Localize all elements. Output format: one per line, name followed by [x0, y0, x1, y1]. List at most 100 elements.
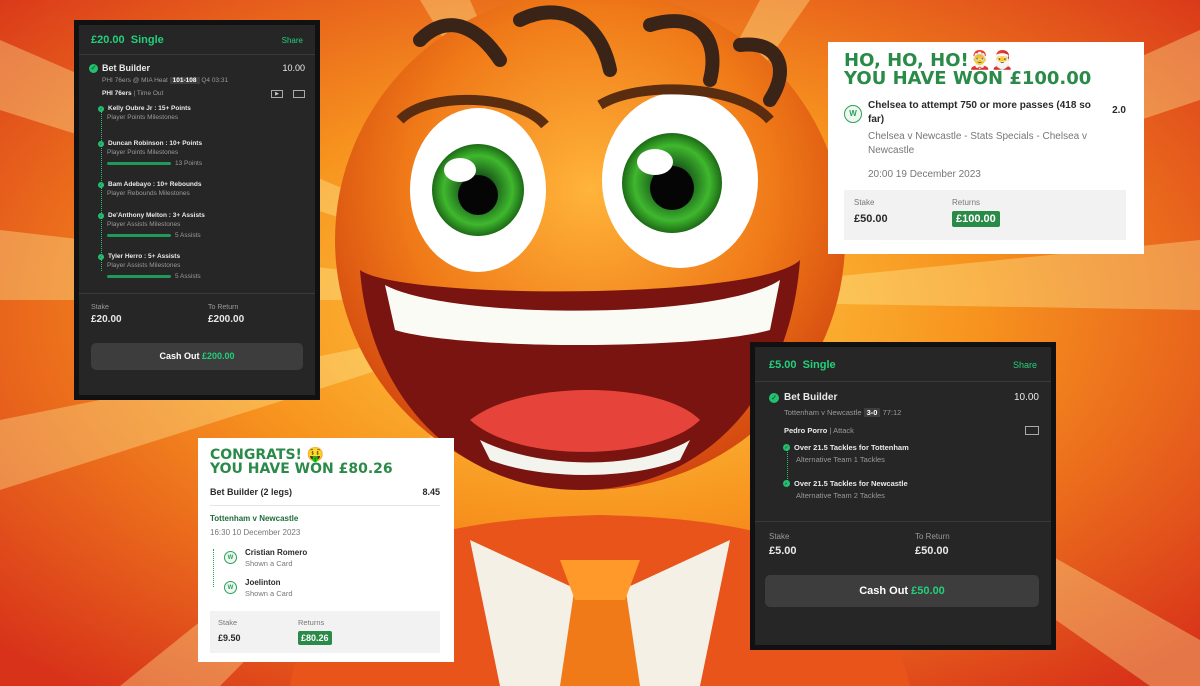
- event-datetime: 20:00 19 December 2023: [868, 168, 981, 180]
- win-banner: HO, HO, HO!🤶🎅 YOU HAVE WON £100.00: [844, 51, 1126, 89]
- stake-label: Stake: [769, 532, 790, 541]
- leg-list: W Cristian Romero Shown a Card W Joelinto…: [210, 543, 440, 603]
- match-info: Tottenham v Newcastle 3-0 77:12: [769, 408, 1039, 417]
- win-status-icon: W: [224, 551, 237, 565]
- video-icon[interactable]: ▶: [271, 90, 283, 98]
- player-position: Pedro Porro | Attack: [784, 426, 854, 435]
- progress-text: 5 Assists: [175, 232, 201, 239]
- leg-market: Player Assists Milestones: [107, 262, 181, 269]
- player-name: Pedro Porro: [784, 426, 828, 435]
- win-card-chelsea: HO, HO, HO!🤶🎅 YOU HAVE WON £100.00 W Che…: [828, 42, 1144, 254]
- list-item: ✓ Tyler Herro : 5+ Assists Player Assists …: [98, 253, 305, 285]
- cash-out-button[interactable]: Cash Out £200.00: [91, 343, 303, 370]
- list-item: ✓ Duncan Robinson : 10+ Points Player Poin…: [98, 140, 305, 172]
- match-info: PHI 76ers @ MIA Heat 101-108 Q4 03:31: [89, 77, 305, 84]
- live-score: 3-0: [863, 408, 881, 417]
- stake-value: £9.50: [218, 632, 241, 643]
- leg-connector: [101, 111, 102, 271]
- returns-label: Returns: [298, 617, 325, 627]
- share-link[interactable]: Share: [282, 36, 303, 45]
- leg-market: Alternative Team 1 Tackles: [796, 455, 885, 464]
- team-name: PHI 76ers: [102, 90, 132, 97]
- cash-out-label: Cash Out: [159, 351, 200, 361]
- return-label: To Return: [208, 304, 239, 311]
- cash-out-button[interactable]: Cash Out £50.00: [765, 575, 1039, 607]
- win-banner: CONGRATS! 🤑 YOU HAVE WON £80.26: [210, 448, 440, 477]
- stake-returns-panel: Stake £50.00 Returns £100.00: [844, 189, 1126, 240]
- leg-connector: [213, 548, 214, 587]
- stake-amount-header: £5.00: [769, 359, 797, 371]
- status-text: Time Out: [136, 90, 164, 97]
- match-name: PHI 76ers @ MIA Heat: [102, 77, 168, 84]
- cash-out-value: £200.00: [201, 351, 235, 361]
- position-text: Attack: [833, 426, 854, 435]
- return-value: £50.00: [915, 545, 949, 557]
- stake-value: £5.00: [769, 545, 797, 557]
- stake-amount-header: £20.00: [91, 34, 125, 46]
- leg-title: Duncan Robinson : 10+ Points: [108, 140, 203, 147]
- leg-market: Shown a Card: [245, 588, 293, 598]
- odds: 8.45: [422, 486, 440, 497]
- leg-market: Player Points Milestones: [107, 114, 179, 121]
- return-value: £200.00: [208, 314, 245, 325]
- leg-market: Player Points Milestones: [107, 149, 179, 156]
- stake-value: £20.00: [91, 314, 122, 325]
- stake-value: £50.00: [854, 212, 888, 225]
- leg-title: Bam Adebayo : 10+ Rebounds: [108, 181, 202, 188]
- odds: 10.00: [1013, 392, 1039, 403]
- leg-title: Cristian Romero: [245, 547, 308, 557]
- stake-returns-panel: Stake £9.50 Returns £80.26: [210, 610, 440, 653]
- cash-out-value: £50.00: [911, 585, 945, 597]
- returns-value: £100.00: [952, 210, 1000, 227]
- stake-label: Stake: [218, 617, 238, 627]
- match-name: Tottenham v Newcastle: [210, 513, 299, 523]
- list-item: W Cristian Romero Shown a Card: [210, 543, 440, 573]
- list-item: ✓ Bam Adebayo : 10+ Rebounds Player Reboun…: [98, 181, 305, 203]
- progress-bar: [107, 275, 171, 278]
- share-link[interactable]: Share: [1013, 360, 1037, 370]
- event-name: Chelsea v Newcastle - Stats Specials - C…: [868, 130, 1087, 157]
- progress-bar: [107, 234, 171, 237]
- bet-slip-header: £20.00 Single Share: [79, 25, 315, 55]
- list-item: ✓ De'Anthony Melton : 3+ Assists Player As…: [98, 212, 305, 244]
- odds: 10.00: [282, 63, 305, 73]
- return-label: To Return: [915, 532, 950, 541]
- pitch-icon[interactable]: [1025, 426, 1039, 435]
- list-item: W Joelinton Shown a Card: [210, 573, 440, 603]
- returns-label: Returns: [952, 197, 981, 207]
- progress-bar: [107, 162, 171, 165]
- cash-out-label: Cash Out: [859, 585, 909, 597]
- win-status-icon: W: [224, 581, 237, 595]
- bet-slip-card-tottenham: £5.00 Single Share ✓ Bet Builder 10.00 T…: [750, 342, 1056, 650]
- progress-text: 5 Assists: [175, 273, 201, 280]
- leg-title: De'Anthony Melton : 3+ Assists: [108, 212, 205, 219]
- match-name: Tottenham v Newcastle: [784, 408, 862, 417]
- selection-title: Chelsea to attempt 750 or more passes (4…: [868, 99, 1091, 126]
- bet-slip-title: £20.00 Single: [91, 34, 164, 46]
- odds: 2.0: [1112, 104, 1126, 116]
- list-item: ✓ Over 21.5 Tackles for Tottenham Alternat…: [783, 443, 1039, 479]
- stake-label: Stake: [854, 197, 875, 207]
- leg-title: Over 21.5 Tackles for Tottenham: [794, 443, 909, 452]
- leg-connector: [787, 449, 788, 485]
- market-title: Bet Builder: [784, 392, 838, 403]
- leg-title: Over 21.5 Tackles for Newcastle: [794, 479, 908, 488]
- leg-title: Joelinton: [245, 577, 281, 587]
- leg-market: Player Assists Milestones: [107, 221, 181, 228]
- banner-line-1: CONGRATS! 🤑: [210, 447, 325, 463]
- live-score: 101-108: [169, 77, 200, 84]
- leg-market: Shown a Card: [245, 558, 293, 568]
- check-icon: ✓: [89, 63, 98, 73]
- bet-slip-card-nba: £20.00 Single Share ✓ Bet Builder 10.00 …: [74, 20, 320, 400]
- list-item: ✓ Over 21.5 Tackles for Newcastle Alternat…: [783, 479, 1039, 509]
- bet-slip-header: £5.00 Single Share: [755, 347, 1051, 382]
- court-icon[interactable]: [293, 90, 305, 98]
- banner-line-2: YOU HAVE WON £80.26: [210, 461, 393, 478]
- match-clock: Q4 03:31: [201, 77, 229, 84]
- bet-slip-title: £5.00 Single: [769, 359, 836, 371]
- market-title: Bet Builder: [102, 63, 151, 73]
- progress-text: 13 Points: [175, 160, 203, 167]
- leg-title: Tyler Herro : 5+ Assists: [108, 253, 181, 260]
- bet-type: Single: [130, 34, 164, 46]
- team-status: PHI 76ers | Time Out: [102, 90, 164, 97]
